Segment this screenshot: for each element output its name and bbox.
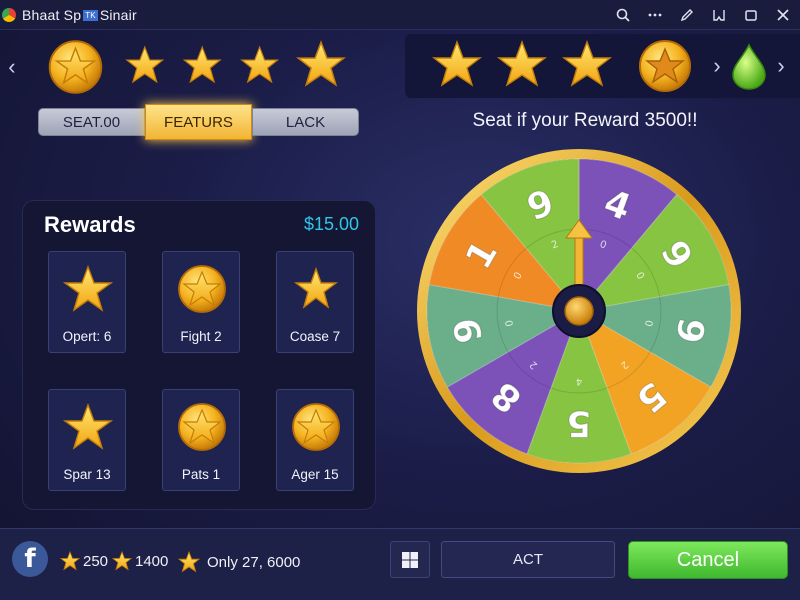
app-logo-icon (2, 7, 16, 22)
reward-label: Opert: 6 (62, 329, 112, 344)
star-icon (239, 45, 279, 84)
tab-features[interactable]: FEATURS (145, 104, 252, 140)
more-icon[interactable] (646, 6, 664, 24)
windows-icon (402, 551, 418, 568)
reward-card[interactable]: Pats 1 (162, 389, 240, 491)
cancel-button[interactable]: Cancel (628, 541, 788, 579)
rewards-amount: $15.00 (303, 214, 359, 234)
wheel-hub-cap (564, 296, 594, 326)
prize-wheel[interactable]: 409090525482901092 (416, 148, 742, 474)
wheel-caption: Seat if your Reward 3500!! (472, 110, 698, 131)
star-coin-icon (178, 403, 226, 451)
stat-value: 250 (83, 552, 109, 570)
facebook-icon[interactable]: f (12, 541, 48, 577)
star-strip-right-graphics (431, 40, 691, 92)
wheel-segment-mark: 4 (576, 376, 582, 387)
star-icon (60, 551, 80, 571)
coin-star-icon (639, 40, 691, 92)
star-icon (295, 40, 346, 87)
star-icon (125, 45, 165, 84)
star-icon (63, 265, 113, 312)
rewards-panel: Rewards $15.00 Opert: 6 Fight 2 Coase 7 … (22, 200, 376, 510)
reward-card[interactable]: Fight 2 (162, 251, 240, 353)
stat-stars-1: 250 (60, 551, 108, 571)
star-icon (431, 40, 483, 87)
star-strip-right: › › (405, 34, 800, 98)
star-icon (63, 403, 113, 450)
stat-value: 1400 (135, 552, 169, 570)
wheel-segment-number: 5 (566, 403, 591, 444)
tab-seat[interactable]: SEAT.00 (38, 108, 145, 136)
star-icon (293, 266, 339, 309)
search-icon[interactable] (614, 6, 632, 24)
chevron-right-icon[interactable]: › (705, 53, 729, 79)
act-button[interactable]: ACT (441, 541, 615, 578)
stat-value: Only 27, 6000 (207, 553, 301, 571)
reward-card[interactable]: Ager 15 (276, 389, 354, 491)
rewards-title: Rewards (44, 212, 136, 237)
reward-card[interactable]: Spar 13 (48, 389, 126, 491)
chevron-right-icon[interactable]: › (769, 53, 793, 79)
close-icon[interactable] (774, 6, 792, 24)
title-bar: Bhaat Sp TK Sinair (0, 0, 800, 30)
reward-label: Fight 2 (180, 329, 222, 344)
star-strip-left: ‹ (0, 34, 400, 100)
stat-stars-2: 1400 (112, 551, 168, 571)
star-icon (178, 551, 200, 573)
app-title: Bhaat Sp TK Sinair (22, 6, 137, 23)
tab-lack[interactable]: LACK (252, 108, 359, 136)
star-coin-icon (178, 265, 226, 313)
reward-label: Ager 15 (291, 467, 339, 482)
star-strip-graphics (48, 40, 346, 94)
restore-icon[interactable] (742, 6, 760, 24)
reward-label: Coase 7 (289, 329, 341, 344)
bookmark-icon[interactable] (710, 6, 728, 24)
green-gem-icon (732, 43, 766, 90)
star-icon (112, 551, 132, 571)
stat-stars-3: Only 27, 6000 (178, 551, 300, 573)
chevron-left-icon[interactable]: ‹ (0, 54, 24, 80)
star-coin-icon (292, 403, 340, 451)
tab-bar: SEAT.00 FEATURS LACK (38, 104, 359, 140)
coin-star-icon (48, 40, 102, 94)
star-icon (496, 40, 548, 87)
title-badge: TK (83, 10, 98, 22)
star-icon (561, 40, 613, 87)
reward-label: Pats 1 (181, 467, 221, 482)
bottom-bar: f 250 1400 Only 27, 6000 ACT Cancel (0, 528, 800, 600)
star-icon (182, 45, 222, 84)
windows-button[interactable] (390, 541, 430, 578)
pen-icon[interactable] (678, 6, 696, 24)
reward-card[interactable]: Opert: 6 (48, 251, 126, 353)
reward-card[interactable]: Coase 7 (276, 251, 354, 353)
reward-label: Spar 13 (63, 467, 111, 482)
